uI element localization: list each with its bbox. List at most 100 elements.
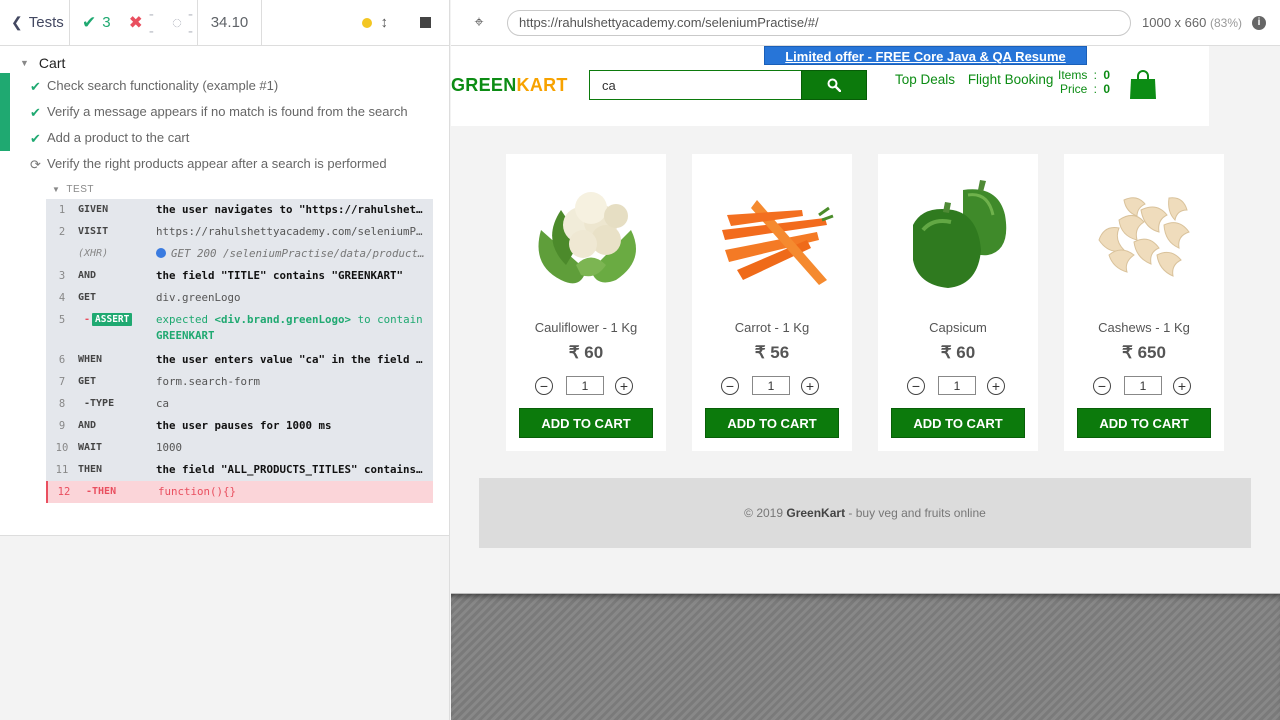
decrement-button[interactable]: − bbox=[721, 376, 739, 395]
xhr-text: GET 200 /seleniumPractise/data/products.… bbox=[171, 247, 433, 260]
failed-stat: ✖ -- bbox=[129, 6, 154, 40]
command-row-xhr[interactable]: (XHR) GET 200 /seleniumPractise/data/pro… bbox=[46, 243, 433, 265]
command-row[interactable]: 9 AND the user pauses for 1000 ms bbox=[46, 415, 433, 437]
increment-button[interactable]: + bbox=[801, 376, 819, 395]
info-icon[interactable]: i bbox=[1251, 15, 1266, 30]
app-preview-panel: ⌖ https://rahulshettyacademy.com/seleniu… bbox=[451, 0, 1280, 720]
test-item[interactable]: ✔ Check search functionality (example #1… bbox=[0, 73, 449, 99]
command-row[interactable]: 6 WHEN the user enters value "ca" in the… bbox=[46, 349, 433, 371]
passed-count: 3 bbox=[102, 14, 111, 31]
command-keyword: AND bbox=[78, 270, 97, 281]
command-message: div.greenLogo bbox=[156, 291, 241, 304]
command-message: GET 200 /seleniumPractise/data/products.… bbox=[156, 246, 433, 262]
auto-scroll-toggle-icon[interactable]: ↕ bbox=[381, 14, 389, 31]
test-title: Add a product to the cart bbox=[47, 130, 190, 145]
command-keyword: GIVEN bbox=[78, 204, 109, 215]
footer-tagline: - buy veg and fruits online bbox=[848, 506, 986, 520]
check-icon: ✔ bbox=[30, 105, 41, 120]
x-icon: ✖ bbox=[128, 12, 143, 32]
duration: 34.10 bbox=[198, 0, 262, 45]
command-row-failed[interactable]: 12 -THEN function(){} bbox=[46, 481, 433, 503]
command-row[interactable]: 11 THEN the field "ALL_PRODUCTS_TITLES" … bbox=[46, 459, 433, 481]
circle-notch-icon: ◌ bbox=[171, 12, 182, 32]
check-icon: ✔ bbox=[82, 12, 97, 32]
decrement-button[interactable]: − bbox=[1093, 376, 1111, 395]
command-number: 11 bbox=[55, 464, 69, 476]
test-item[interactable]: ✔ Verify a message appears if no match i… bbox=[0, 99, 449, 125]
promo-banner-link[interactable]: Limited offer - FREE Core Java & QA Resu… bbox=[764, 46, 1087, 83]
command-row[interactable]: 7 GET form.search-form bbox=[46, 371, 433, 393]
add-to-cart-button[interactable]: ADD TO CART bbox=[519, 408, 653, 438]
command-keyword: -TYPE bbox=[84, 398, 115, 409]
quantity-stepper: − 1 + bbox=[535, 376, 633, 395]
command-keyword: WHEN bbox=[78, 354, 103, 365]
price-label: Price bbox=[1060, 82, 1088, 96]
command-number: 12 bbox=[57, 486, 71, 498]
add-to-cart-button[interactable]: ADD TO CART bbox=[705, 408, 839, 438]
increment-button[interactable]: + bbox=[615, 376, 633, 395]
test-section-toggle[interactable]: ▼ TEST bbox=[0, 177, 449, 195]
chevron-left-icon: ❮ bbox=[11, 14, 23, 30]
command-row[interactable]: 3 AND the field "TITLE" contains "GREENK… bbox=[46, 265, 433, 287]
items-count: 0 bbox=[1103, 68, 1111, 82]
command-row[interactable]: 10 WAIT 1000 bbox=[46, 437, 433, 459]
increment-button[interactable]: + bbox=[987, 376, 1005, 395]
command-number: 5 bbox=[58, 314, 66, 326]
command-message: form.search-form bbox=[156, 375, 261, 388]
application-under-test: Limited offer - FREE Core Java & QA Resu… bbox=[451, 46, 1280, 594]
check-icon: ✔ bbox=[30, 79, 41, 94]
command-row[interactable]: 1 GIVEN the user navigates to "https://r… bbox=[46, 199, 433, 221]
command-row[interactable]: 2 VISIT https://rahulshettyacademy.com/s… bbox=[46, 221, 433, 243]
tests-back-button[interactable]: ❮ Tests bbox=[0, 0, 70, 45]
command-number: 2 bbox=[58, 226, 66, 238]
product-name: Cashews - 1 Kg bbox=[1098, 320, 1190, 335]
product-price: ₹ 56 bbox=[754, 343, 790, 362]
selector-playground-crosshair-icon[interactable]: ⌖ bbox=[451, 14, 507, 32]
command-message: the field "TITLE" contains "GREENKART" bbox=[156, 269, 404, 282]
command-row[interactable]: 4 GET div.greenLogo bbox=[46, 287, 433, 309]
quantity-input[interactable]: 1 bbox=[566, 376, 604, 395]
greenkart-logo: GREENKART bbox=[451, 75, 568, 96]
decrement-button[interactable]: − bbox=[535, 376, 553, 395]
runner-controls: ↕ bbox=[262, 0, 449, 45]
quantity-input[interactable]: 1 bbox=[1124, 376, 1162, 395]
quantity-input[interactable]: 1 bbox=[938, 376, 976, 395]
failed-count: -- bbox=[148, 5, 154, 40]
cart-bag-button[interactable] bbox=[1129, 70, 1157, 103]
command-number: 1 bbox=[58, 204, 66, 216]
url-field[interactable]: https://rahulshettyacademy.com/seleniumP… bbox=[507, 9, 1131, 36]
command-keyword: -THEN bbox=[86, 486, 117, 497]
nav-top-deals-link[interactable]: Top Deals bbox=[895, 72, 955, 87]
search-input[interactable]: ca bbox=[589, 70, 801, 100]
command-number: 8 bbox=[58, 398, 66, 410]
command-row[interactable]: 8 -TYPE ca bbox=[46, 393, 433, 415]
stop-button-icon[interactable] bbox=[420, 17, 431, 28]
viewport-size: 1000 x 660 bbox=[1142, 15, 1207, 30]
pending-stat: ◌ -- bbox=[172, 6, 193, 40]
command-number: 9 bbox=[58, 420, 66, 432]
pending-count: -- bbox=[187, 5, 193, 40]
nav-flight-booking-link[interactable]: Flight Booking bbox=[968, 72, 1054, 87]
reporter-header: ❮ Tests ✔ 3 ✖ -- ◌ -- 34.10 ↕ bbox=[0, 0, 449, 46]
add-to-cart-button[interactable]: ADD TO CART bbox=[891, 408, 1025, 438]
search-button[interactable] bbox=[801, 70, 867, 100]
add-to-cart-button[interactable]: ADD TO CART bbox=[1077, 408, 1211, 438]
increment-button[interactable]: + bbox=[1173, 376, 1191, 395]
quantity-stepper: − 1 + bbox=[1093, 376, 1191, 395]
decrement-button[interactable]: − bbox=[907, 376, 925, 395]
product-name: Cauliflower - 1 Kg bbox=[534, 320, 638, 335]
product-card: Capsicum ₹ 60 − 1 + ADD TO CART bbox=[878, 154, 1038, 451]
footer: © 2019 GreenKart - buy veg and fruits on… bbox=[479, 478, 1251, 548]
command-keyword: WAIT bbox=[78, 442, 103, 453]
test-item[interactable]: ✔ Add a product to the cart bbox=[0, 125, 449, 151]
quantity-input[interactable]: 1 bbox=[752, 376, 790, 395]
quantity-stepper: − 1 + bbox=[907, 376, 1005, 395]
test-item-running[interactable]: ⟳ Verify the right products appear after… bbox=[0, 151, 449, 177]
command-message: function(){} bbox=[158, 485, 237, 498]
suite-title[interactable]: ▼ Cart bbox=[0, 46, 449, 73]
command-keyword: - ASSERT bbox=[78, 312, 156, 328]
cauliflower-image bbox=[538, 192, 636, 284]
shopping-bag-icon bbox=[1130, 70, 1156, 99]
command-number: 7 bbox=[58, 376, 66, 388]
command-row-assert[interactable]: 5 - ASSERT expected <div.brand.greenLogo>… bbox=[46, 309, 433, 349]
